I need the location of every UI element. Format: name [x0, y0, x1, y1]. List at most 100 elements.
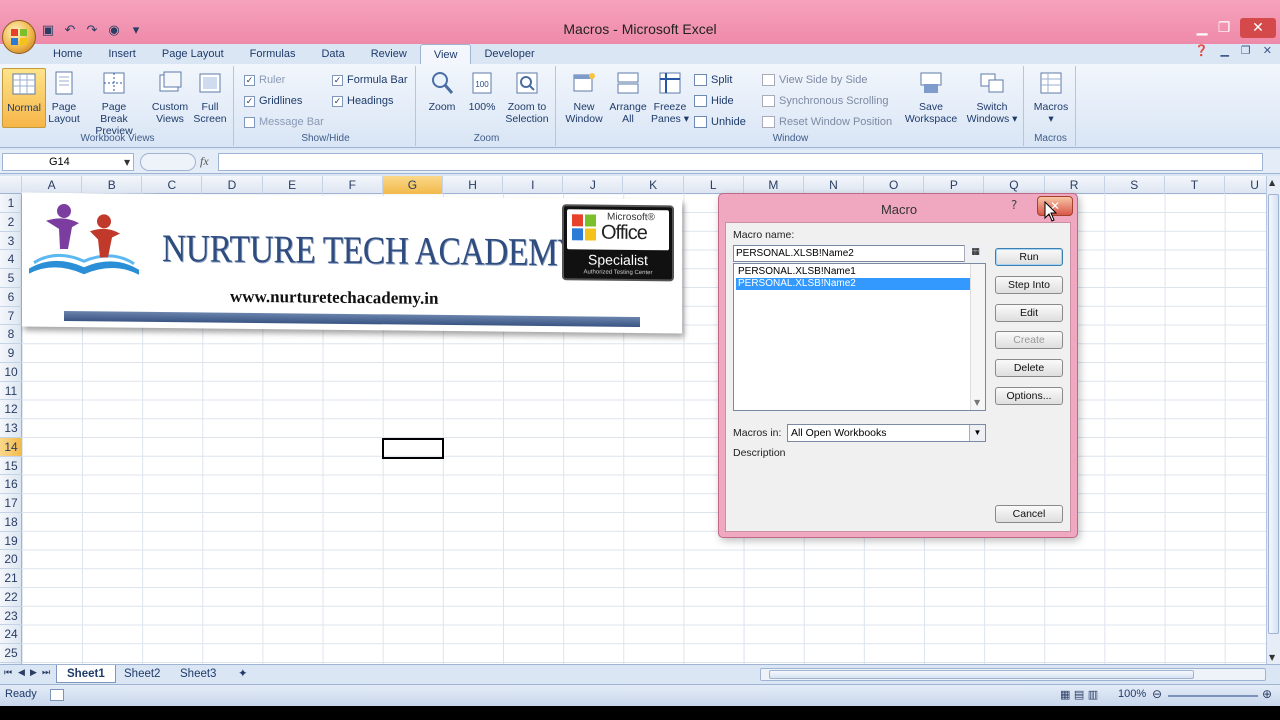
hide-button[interactable]: Hide: [694, 95, 734, 107]
undo-icon[interactable]: ↶: [62, 22, 78, 38]
tab-data[interactable]: Data: [308, 44, 357, 64]
column-header[interactable]: K: [624, 176, 684, 194]
row-header[interactable]: 13: [0, 419, 22, 438]
column-header[interactable]: R: [1045, 176, 1105, 194]
row-header[interactable]: 23: [0, 607, 22, 626]
headings-checkbox[interactable]: ✓ Headings: [332, 95, 393, 107]
sheet-tab-sheet2[interactable]: Sheet2: [114, 665, 170, 683]
close-window-button[interactable]: ✕: [1240, 18, 1276, 38]
formula-bar-checkbox[interactable]: ✓ Formula Bar: [332, 74, 408, 86]
macro-list-scrollbar[interactable]: ▼: [970, 264, 985, 410]
macro-name-input[interactable]: PERSONAL.XLSB!Name2: [733, 245, 986, 262]
row-header[interactable]: 18: [0, 513, 22, 532]
cancel-button[interactable]: Cancel: [995, 505, 1063, 523]
page-break-preview-button[interactable]: Page Break Preview: [88, 68, 140, 137]
column-header[interactable]: U: [1225, 176, 1266, 194]
row-header[interactable]: 21: [0, 569, 22, 588]
run-button[interactable]: Run: [995, 248, 1063, 266]
column-header[interactable]: J: [563, 176, 624, 194]
formula-input[interactable]: [218, 153, 1263, 171]
switch-windows-button[interactable]: Switch Windows ▾: [964, 68, 1020, 125]
zoom-slider[interactable]: [1168, 695, 1258, 697]
macro-name-picker-icon[interactable]: ▦: [964, 245, 986, 262]
last-sheet-icon[interactable]: ⏭: [42, 668, 50, 678]
column-header[interactable]: F: [323, 176, 383, 194]
selected-cell[interactable]: [382, 438, 444, 459]
zoom-out-icon[interactable]: ⊖: [1152, 687, 1162, 701]
zoom-level[interactable]: 100%: [1118, 688, 1146, 700]
macro-recording-icon[interactable]: [50, 689, 64, 701]
row-header[interactable]: 2: [0, 213, 22, 232]
first-sheet-icon[interactable]: ⏮: [4, 668, 12, 678]
custom-views-button[interactable]: Custom Views: [148, 68, 192, 125]
freeze-panes-button[interactable]: Freeze Panes ▾: [648, 68, 692, 125]
vertical-scroll-thumb[interactable]: [1268, 194, 1279, 634]
reset-window-position-button[interactable]: Reset Window Position: [762, 116, 892, 128]
row-header[interactable]: 10: [0, 363, 22, 382]
zoom-100-button[interactable]: 100 100%: [460, 68, 504, 113]
column-header[interactable]: G: [382, 176, 444, 194]
column-header[interactable]: P: [924, 176, 985, 194]
column-header[interactable]: I: [503, 176, 564, 194]
column-header[interactable]: C: [142, 176, 203, 194]
ribbon-restore-icon[interactable]: ❐: [1241, 44, 1251, 57]
sheet-tab-sheet1[interactable]: Sheet1: [56, 665, 116, 683]
office-button[interactable]: [2, 20, 36, 54]
macro-list[interactable]: PERSONAL.XLSB!Name1 PERSONAL.XLSB!Name2 …: [733, 263, 986, 411]
select-all-corner[interactable]: [0, 176, 22, 194]
message-bar-checkbox[interactable]: Message Bar: [244, 116, 324, 128]
options-button[interactable]: Options...: [995, 387, 1063, 405]
row-header[interactable]: 22: [0, 588, 22, 607]
redo-icon[interactable]: ↷: [84, 22, 100, 38]
view-buttons-icon[interactable]: ▦ ▤ ▥: [1060, 688, 1098, 701]
create-button[interactable]: Create: [995, 331, 1063, 349]
horizontal-scroll-thumb[interactable]: [769, 670, 1194, 679]
column-header[interactable]: L: [684, 176, 744, 194]
help-icon[interactable]: ❓: [1195, 44, 1209, 57]
sheet-tab-sheet3[interactable]: Sheet3: [170, 665, 226, 683]
insert-function-icon[interactable]: fx: [200, 154, 209, 169]
column-header[interactable]: M: [744, 176, 804, 194]
macros-ribbon-button[interactable]: Macros ▾: [1029, 68, 1073, 125]
row-header[interactable]: 15: [0, 457, 22, 476]
save-workspace-button[interactable]: Save Workspace: [902, 68, 960, 125]
ruler-checkbox[interactable]: ✓ Ruler: [244, 74, 285, 86]
row-header[interactable]: 20: [0, 550, 22, 569]
restore-button[interactable]: ❐: [1212, 18, 1236, 38]
macros-in-select[interactable]: All Open Workbooks ▼: [787, 424, 986, 442]
vertical-scrollbar[interactable]: ▲ ▼: [1266, 176, 1280, 664]
row-header[interactable]: 14: [0, 437, 22, 457]
column-header[interactable]: A: [22, 176, 83, 194]
column-header[interactable]: B: [82, 176, 143, 194]
macro-list-item-selected[interactable]: PERSONAL.XLSB!Name2: [736, 278, 970, 290]
name-box-dropdown-icon[interactable]: ▼: [124, 158, 130, 167]
step-into-button[interactable]: Step Into: [995, 276, 1063, 294]
gridlines-checkbox[interactable]: ✓ Gridlines: [244, 95, 302, 107]
synchronous-scrolling-button[interactable]: Synchronous Scrolling: [762, 95, 888, 107]
full-screen-button[interactable]: Full Screen: [188, 68, 232, 125]
row-header[interactable]: 12: [0, 400, 22, 419]
name-box[interactable]: G14: [2, 153, 134, 171]
column-header[interactable]: N: [804, 176, 865, 194]
row-header[interactable]: 19: [0, 532, 22, 551]
tab-developer[interactable]: Developer: [471, 44, 547, 64]
minimize-button[interactable]: ▁: [1190, 18, 1214, 38]
tab-page-layout[interactable]: Page Layout: [149, 44, 237, 64]
column-header[interactable]: S: [1105, 176, 1165, 194]
scroll-down-icon[interactable]: ▼: [1269, 653, 1275, 662]
zoom-to-selection-button[interactable]: Zoom to Selection: [502, 68, 552, 125]
row-header[interactable]: 5: [0, 269, 22, 288]
ribbon-minimize-icon[interactable]: ▁: [1220, 44, 1228, 57]
tab-home[interactable]: Home: [40, 44, 95, 64]
row-header[interactable]: 16: [0, 475, 22, 494]
formula-bar-expand[interactable]: [140, 153, 196, 171]
row-header[interactable]: 3: [0, 232, 22, 251]
macro-list-item[interactable]: PERSONAL.XLSB!Name1: [736, 266, 970, 278]
zoom-in-icon[interactable]: ⊕: [1262, 687, 1272, 701]
row-header[interactable]: 1: [0, 194, 22, 213]
column-header[interactable]: D: [202, 176, 263, 194]
prev-sheet-icon[interactable]: ◀: [18, 668, 25, 678]
save-icon[interactable]: ▣: [40, 22, 56, 38]
view-side-by-side-button[interactable]: View Side by Side: [762, 74, 867, 86]
tab-review[interactable]: Review: [358, 44, 420, 64]
